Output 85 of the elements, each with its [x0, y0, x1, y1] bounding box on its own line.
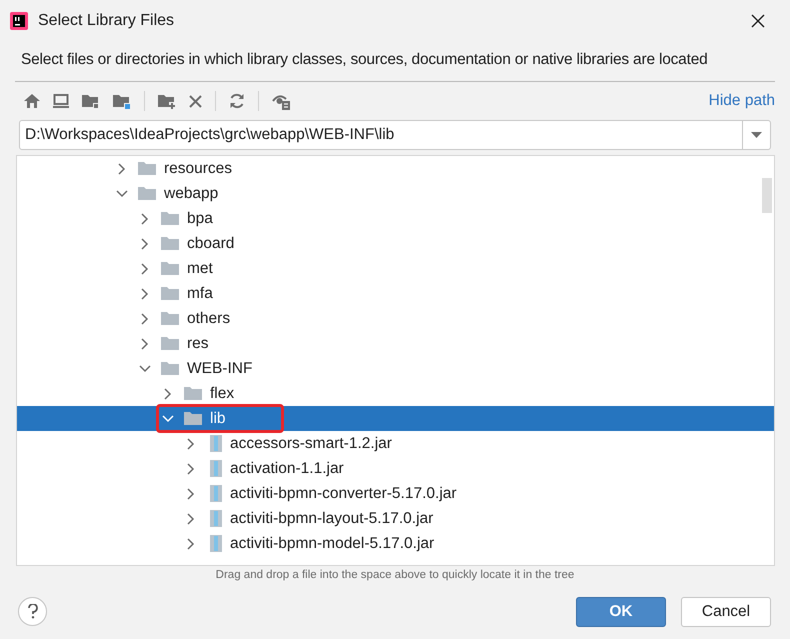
close-icon [751, 14, 765, 28]
file-name: accessors-smart-1.2.jar [230, 434, 392, 454]
folder-icon [161, 286, 179, 301]
jar-file-icon [210, 485, 222, 502]
file-name: activiti-bpmn-converter-5.17.0.jar [230, 484, 457, 504]
new-folder-icon[interactable] [158, 94, 176, 108]
jar-file-icon [210, 460, 222, 477]
tree-row[interactable]: accessors-smart-1.2.jar [17, 431, 774, 456]
folder-name: res [187, 334, 209, 354]
chevron-icon[interactable] [139, 288, 151, 300]
folder-name: cboard [187, 234, 234, 254]
tree-row[interactable]: flex [17, 381, 774, 406]
folder-name: lib [210, 408, 226, 429]
tree-row[interactable]: cboard [17, 231, 774, 256]
folder-icon [161, 311, 179, 326]
help-button[interactable] [18, 597, 47, 626]
chevron-icon[interactable] [139, 262, 151, 274]
folder-icon [184, 411, 202, 426]
chevron-icon[interactable] [139, 238, 151, 250]
tree-row[interactable]: activiti-bpmn-layout-5.17.0.jar [17, 506, 774, 531]
refresh-icon[interactable] [229, 93, 245, 109]
tree-row[interactable]: activation-1.1.jar [17, 456, 774, 481]
folder-name: bpa [187, 208, 213, 229]
scrollbar-thumb[interactable] [762, 178, 772, 213]
tree-row[interactable]: activiti-bpmn-model-5.17.0.jar [17, 531, 774, 556]
hide-path-link[interactable]: Hide path [708, 89, 775, 113]
chevron-icon[interactable] [185, 462, 197, 474]
folder-name: webapp [164, 184, 218, 204]
chevron-icon[interactable] [139, 362, 151, 374]
folder-icon [161, 336, 179, 351]
chevron-icon[interactable] [139, 312, 151, 324]
jar-file-icon [210, 510, 222, 527]
tree-row[interactable]: met [17, 256, 774, 281]
monitor-icon[interactable] [53, 94, 69, 108]
tree-row[interactable]: lib [17, 406, 774, 431]
tree-row[interactable]: WEB-INF [17, 356, 774, 381]
chevron-icon[interactable] [116, 162, 128, 174]
folder-icon [161, 236, 179, 251]
folder-icon[interactable] [82, 94, 100, 108]
tree-row[interactable]: bpa [17, 206, 774, 231]
chevron-icon[interactable] [116, 188, 128, 200]
file-name: activiti-bpmn-model-5.17.0.jar [230, 534, 434, 554]
chevron-icon[interactable] [139, 212, 151, 224]
folder-icon [184, 386, 202, 401]
question-mark-icon [28, 604, 38, 619]
cancel-button[interactable]: Cancel [681, 597, 771, 627]
tree-row[interactable]: activiti-bpmn-converter-5.17.0.jar [17, 481, 774, 506]
delete-icon[interactable] [189, 94, 202, 108]
folder-icon [138, 161, 156, 176]
folder-name: flex [210, 384, 234, 404]
folder-name: resources [164, 158, 232, 179]
chevron-icon[interactable] [162, 388, 174, 400]
chevron-icon[interactable] [185, 488, 197, 500]
hint-text: Drag and drop a file into the space above to quickly locate it in the tree [216, 568, 574, 583]
folder-name: met [187, 258, 213, 279]
path-combo-box[interactable]: D:\Workspaces\IdeaProjects\grc\webapp\WEB-INF\lib [19, 120, 771, 150]
folder-icon [161, 261, 179, 276]
folder-icon [161, 211, 179, 226]
jar-file-icon [210, 435, 222, 452]
folder-icon[interactable] [113, 94, 131, 108]
window-title: Select Library Files [38, 10, 174, 30]
folder-name: mfa [187, 284, 213, 304]
chevron-icon[interactable] [162, 412, 174, 424]
folder-name: WEB-INF [187, 358, 252, 379]
tree-row[interactable]: webapp [17, 181, 774, 206]
dropdown-arrow-icon[interactable] [751, 132, 762, 138]
file-name: activation-1.1.jar [230, 458, 344, 479]
chevron-icon[interactable] [139, 338, 151, 350]
home-icon[interactable] [24, 94, 40, 108]
tree-row[interactable]: res [17, 331, 774, 356]
file-name: activiti-bpmn-layout-5.17.0.jar [230, 508, 434, 529]
eye-document-icon[interactable] [272, 92, 291, 110]
app-logo-icon [10, 12, 28, 30]
chevron-icon[interactable] [185, 512, 197, 524]
tree-row[interactable]: resources [17, 156, 774, 181]
jar-file-icon [210, 535, 222, 552]
tree-row[interactable]: mfa [17, 281, 774, 306]
description-text: Select files or directories in which library classes, sources, documentation or native libraries are located [21, 51, 708, 68]
chevron-icon[interactable] [185, 538, 197, 550]
folder-icon [161, 361, 179, 376]
folder-icon [138, 186, 156, 201]
folder-name: others [187, 308, 230, 329]
chevron-icon[interactable] [185, 438, 197, 450]
ok-button[interactable]: OK [576, 597, 666, 627]
tree-row[interactable]: others [17, 306, 774, 331]
